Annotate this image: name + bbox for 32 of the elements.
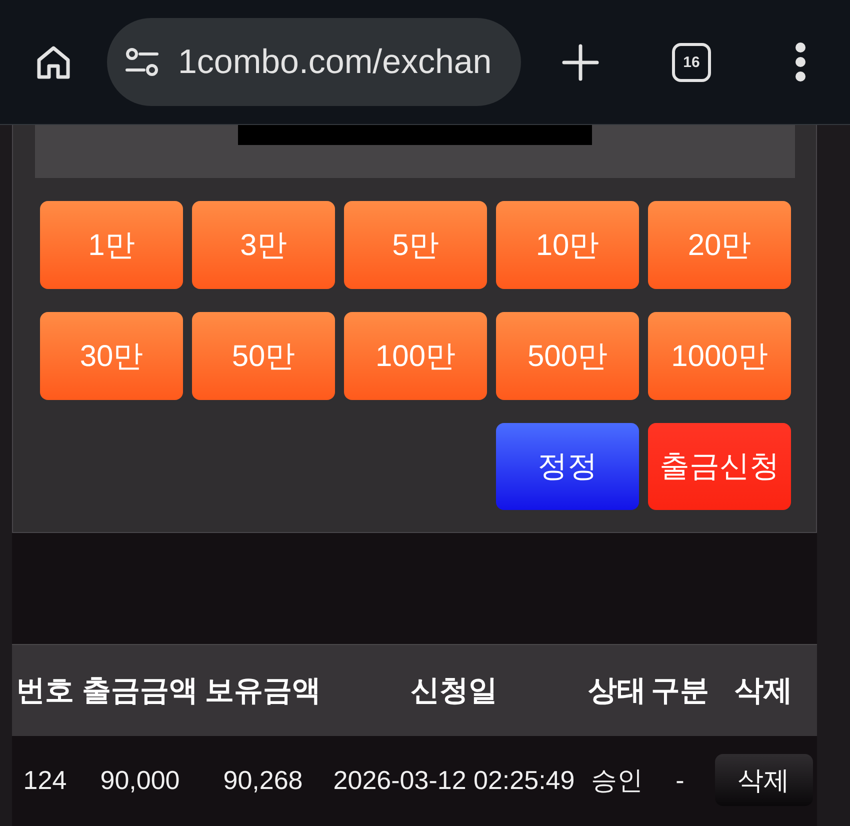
column-header: 보유금액 <box>205 674 321 708</box>
home-icon[interactable] <box>35 44 72 80</box>
column-header: 출금금액 <box>82 674 198 708</box>
amount-button[interactable]: 3만 <box>192 201 335 289</box>
plus-icon[interactable] <box>562 44 599 80</box>
column-header: 상태 <box>588 674 646 708</box>
column-header: 신청일 <box>410 674 498 708</box>
amount-button[interactable]: 1000만 <box>648 312 791 400</box>
amount-button[interactable]: 500만 <box>496 312 639 400</box>
correct-button[interactable]: 정정 <box>496 423 639 510</box>
column-header: 구분 <box>651 674 709 708</box>
amount-button[interactable]: 20만 <box>648 201 791 289</box>
amount-button[interactable]: 30만 <box>40 312 183 400</box>
tune-icon[interactable] <box>125 47 159 77</box>
table-cell: 90,268 <box>223 764 303 796</box>
withdraw-request-button[interactable]: 출금신청 <box>648 423 791 510</box>
amount-button[interactable]: 1만 <box>40 201 183 289</box>
table-cell: 90,000 <box>100 764 180 796</box>
table-cell: 124 <box>23 764 67 796</box>
amount-button[interactable]: 50만 <box>192 312 335 400</box>
menu-icon[interactable] <box>795 42 806 82</box>
table-cell: - <box>676 764 684 796</box>
amount-button[interactable]: 10만 <box>496 201 639 289</box>
column-header: 삭제 <box>734 674 792 708</box>
amount-button[interactable]: 100만 <box>344 312 487 400</box>
address-bar[interactable]: 1combo.com/exchan <box>107 18 521 106</box>
column-header: 번호 <box>16 674 74 708</box>
delete-button[interactable]: 삭제 <box>714 754 812 806</box>
amount-button[interactable]: 5만 <box>344 201 487 289</box>
tab-count-button[interactable]: 16 <box>672 42 711 82</box>
table-cell-text: 승인 <box>591 764 643 796</box>
table-cell: 2026-03-12 02:25:49 <box>333 764 575 796</box>
